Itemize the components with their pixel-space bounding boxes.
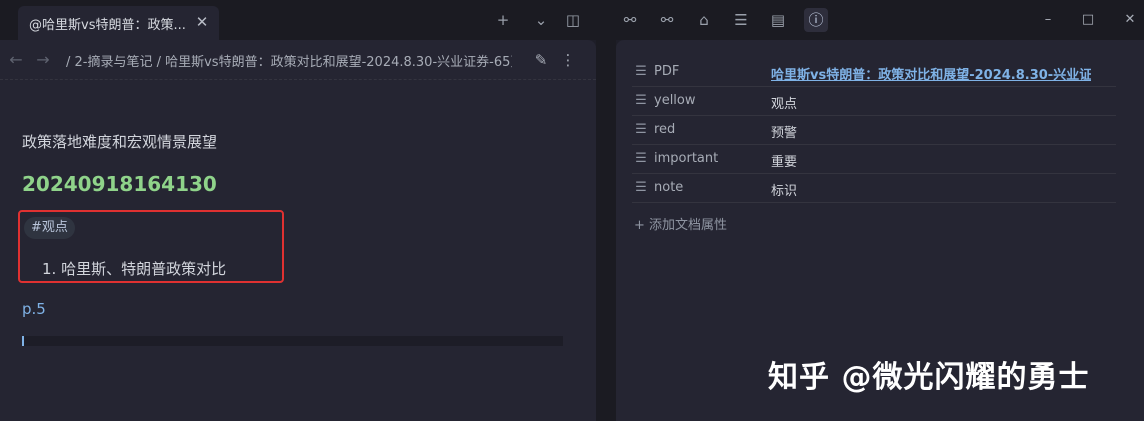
lines-icon: ☰ (635, 151, 647, 166)
pane-gap (596, 40, 616, 421)
property-value[interactable]: 观点 (771, 93, 1091, 112)
tab-list-chevron-icon[interactable]: ⌄ (529, 8, 553, 32)
archive-icon[interactable]: ▤ (766, 8, 790, 32)
list-icon[interactable]: ☰ (729, 8, 753, 32)
reading-progress-bar (22, 336, 563, 346)
tag-pill[interactable]: #观点 (24, 217, 75, 239)
property-key: note (654, 180, 684, 195)
link-icon[interactable]: ⚯ (618, 8, 642, 32)
property-key: PDF (654, 64, 680, 79)
property-key: yellow (654, 93, 696, 108)
lines-icon: ☰ (635, 180, 647, 195)
lines-icon: ☰ (635, 64, 647, 79)
window-close-icon[interactable]: ✕ (1118, 8, 1142, 32)
tab-title: @哈里斯vs特朗普：政策... (29, 17, 186, 33)
link-plus-icon[interactable]: ⚯ (655, 8, 679, 32)
property-row[interactable]: ☰ yellow 观点 (632, 87, 1116, 116)
property-value[interactable]: 标识 (771, 180, 1091, 199)
watermark: 知乎 @微光闪耀的勇士 (768, 360, 1090, 395)
property-row[interactable]: ☰ PDF 哈里斯vs特朗普：政策对比和展望-2024.8.30-兴业证... (632, 58, 1116, 87)
active-tab[interactable]: @哈里斯vs特朗普：政策... ✕ (18, 6, 219, 40)
note-heading: 政策落地难度和宏观情景展望 (22, 133, 218, 151)
toggle-sidebar-icon[interactable]: ◫ (561, 8, 585, 32)
forward-arrow-icon[interactable]: → (32, 49, 54, 71)
minimize-icon[interactable]: – (1036, 8, 1060, 32)
info-icon[interactable]: ⓘ (804, 8, 828, 32)
title-bar: @哈里斯vs特朗普：政策... ✕ + ⌄ ◫ ⚯ ⚯ ⌂ ☰ ▤ ⓘ – □ … (0, 0, 1144, 40)
add-property-button[interactable]: + 添加文档属性 (634, 214, 727, 233)
lines-icon: ☰ (635, 93, 647, 108)
property-row[interactable]: ☰ note 标识 (632, 174, 1116, 203)
close-tab-icon[interactable]: ✕ (193, 13, 211, 31)
list-item: 1. 哈里斯、特朗普政策对比 (42, 260, 227, 278)
property-value[interactable]: 预警 (771, 122, 1091, 141)
page-reference-link[interactable]: p.5 (22, 300, 46, 318)
note-id: 20240918164130 (22, 172, 217, 196)
more-options-icon[interactable]: ⋮ (557, 49, 579, 71)
tags-icon[interactable]: ⌂ (692, 8, 716, 32)
property-value-link[interactable]: 哈里斯vs特朗普：政策对比和展望-2024.8.30-兴业证... (771, 64, 1091, 83)
property-key: red (654, 122, 676, 137)
progress-fill (22, 336, 25, 346)
editor-pane: ← → / 2-摘录与笔记 / 哈里斯vs特朗普：政策对比和展望-2024.8.… (0, 40, 596, 421)
property-key: important (654, 151, 719, 166)
property-value[interactable]: 重要 (771, 151, 1091, 170)
maximize-icon[interactable]: □ (1076, 8, 1100, 32)
editor-nav: ← → / 2-摘录与笔记 / 哈里斯vs特朗普：政策对比和展望-2024.8.… (0, 40, 596, 80)
breadcrumb[interactable]: / 2-摘录与笔记 / 哈里斯vs特朗普：政策对比和展望-2024.8.30-兴… (66, 51, 512, 70)
edit-pencil-icon[interactable]: ✎ (530, 49, 552, 71)
lines-icon: ☰ (635, 122, 647, 137)
back-arrow-icon[interactable]: ← (5, 49, 27, 71)
new-tab-icon[interactable]: + (491, 8, 515, 32)
property-row[interactable]: ☰ important 重要 (632, 145, 1116, 174)
property-row[interactable]: ☰ red 预警 (632, 116, 1116, 145)
